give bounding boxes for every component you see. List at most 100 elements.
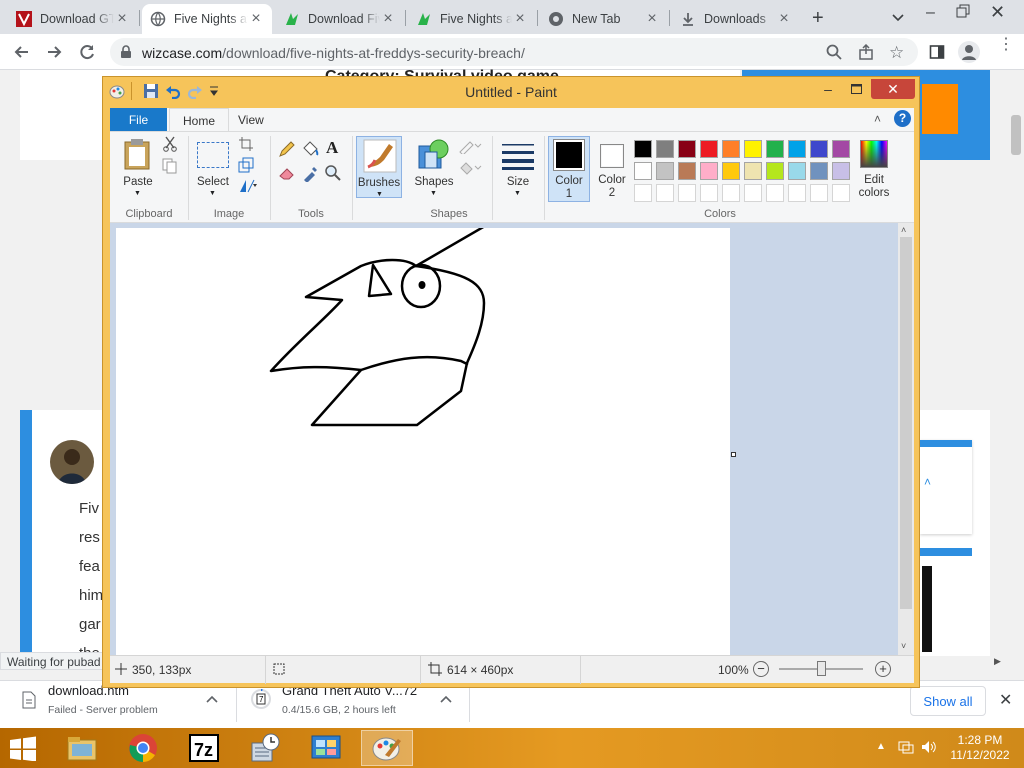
reload-icon[interactable] <box>77 42 97 62</box>
color-swatch[interactable] <box>700 140 718 158</box>
drawing-canvas[interactable] <box>116 228 730 658</box>
new-tab-button[interactable]: + <box>812 7 824 30</box>
lock-icon[interactable] <box>119 45 133 59</box>
taskbar-clock-app[interactable] <box>239 730 291 766</box>
close-tab-icon[interactable]: × <box>644 10 660 28</box>
close-downloads-bar-icon[interactable]: ✕ <box>999 690 1012 710</box>
paint-close-button[interactable]: ✕ <box>871 79 915 99</box>
color-swatch[interactable] <box>810 184 828 202</box>
share-icon[interactable] <box>858 44 874 60</box>
search-icon[interactable] <box>826 44 842 60</box>
profile-avatar-icon[interactable] <box>958 41 980 63</box>
color-swatch[interactable] <box>700 184 718 202</box>
show-hidden-icons[interactable]: ▲ <box>876 741 886 752</box>
system-clock[interactable]: 1:28 PM 11/12/2022 <box>940 733 1020 763</box>
browser-tab-6[interactable]: Downloads × <box>672 4 800 34</box>
url-text[interactable]: wizcase.com/download/five-nights-at-fred… <box>142 45 525 61</box>
color-swatch[interactable] <box>788 184 806 202</box>
color-swatch[interactable] <box>766 140 784 158</box>
taskbar-paint[interactable] <box>361 730 413 766</box>
color-swatch[interactable] <box>722 184 740 202</box>
color-swatch[interactable] <box>656 162 674 180</box>
brushes-button[interactable]: Brushes ▼ <box>356 136 402 198</box>
color-swatch[interactable] <box>678 184 696 202</box>
pencil-icon[interactable] <box>278 140 296 158</box>
browser-tab-5[interactable]: New Tab × <box>540 4 668 34</box>
restore-window-icon[interactable] <box>956 4 970 18</box>
start-button-icon[interactable] <box>8 735 38 761</box>
magnifier-icon[interactable] <box>324 164 342 182</box>
canvas-vertical-scrollbar[interactable]: ˄ ˅ <box>898 223 914 655</box>
color-swatch[interactable] <box>656 140 674 158</box>
minimize-window-icon[interactable]: – <box>926 4 935 22</box>
help-icon[interactable]: ? <box>894 110 911 127</box>
close-tab-icon[interactable]: × <box>512 10 528 28</box>
taskbar-control-panel[interactable] <box>300 730 352 766</box>
forward-arrow-icon[interactable] <box>44 42 64 62</box>
taskbar-chrome[interactable] <box>117 730 169 766</box>
paint-maximize-button[interactable] <box>843 79 869 99</box>
tab-search-icon[interactable] <box>890 9 906 25</box>
close-tab-icon[interactable]: × <box>380 10 396 28</box>
color-swatch[interactable] <box>656 184 674 202</box>
scrollbar-thumb[interactable] <box>900 237 912 609</box>
color-swatch[interactable] <box>634 184 652 202</box>
paste-button[interactable]: Paste ▼ <box>116 136 160 198</box>
browser-menu-icon[interactable]: ⋮ <box>998 37 1014 53</box>
color-swatch[interactable] <box>788 162 806 180</box>
zoom-out-button[interactable]: − <box>753 661 769 677</box>
color-picker-icon[interactable] <box>301 164 319 182</box>
scroll-up-icon[interactable]: ˄ <box>901 225 906 235</box>
file-tab[interactable]: File <box>110 108 167 132</box>
taskbar-7zip[interactable]: 7z <box>178 730 230 766</box>
color-swatch[interactable] <box>766 184 784 202</box>
color-swatch[interactable] <box>678 140 696 158</box>
color2-button[interactable]: Color 2 <box>592 136 632 202</box>
zoom-slider-thumb[interactable] <box>817 661 826 676</box>
color-swatch[interactable] <box>700 162 718 180</box>
chevron-up-icon[interactable] <box>439 692 453 706</box>
paint-minimize-button[interactable]: – <box>815 79 841 99</box>
color-swatch[interactable] <box>788 140 806 158</box>
side-panel-icon[interactable] <box>929 44 945 60</box>
view-tab[interactable]: View <box>225 108 277 132</box>
zoom-in-button[interactable]: + <box>875 661 891 677</box>
color-swatch[interactable] <box>810 140 828 158</box>
close-tab-icon[interactable]: × <box>114 10 130 28</box>
page-scrollbar[interactable] <box>1008 70 1024 652</box>
volume-icon[interactable] <box>921 740 937 754</box>
edit-colors-button[interactable]: Edit colors <box>856 136 892 202</box>
collapse-ribbon-icon[interactable]: ˄ <box>874 112 881 126</box>
color-swatch[interactable] <box>634 162 652 180</box>
rotate-icon[interactable] <box>238 178 260 194</box>
close-window-icon[interactable]: ✕ <box>990 2 1005 23</box>
browser-tab-3[interactable]: Download Five Nights × <box>276 4 404 34</box>
taskbar-file-explorer[interactable] <box>56 730 108 766</box>
close-tab-icon[interactable]: × <box>248 10 264 28</box>
close-tab-icon[interactable]: × <box>776 10 792 28</box>
browser-tab-2[interactable]: Five Nights at Freddy's × <box>142 4 272 34</box>
browser-tab-4[interactable]: Five Nights at Freddy's × <box>408 4 536 34</box>
scroll-right-icon[interactable]: ▶ <box>994 656 1001 667</box>
color-swatch[interactable] <box>722 140 740 158</box>
home-tab[interactable]: Home <box>169 108 230 132</box>
color-swatch[interactable] <box>832 140 850 158</box>
text-tool-icon[interactable]: A <box>326 138 338 158</box>
size-button[interactable]: Size ▼ <box>498 136 538 198</box>
color-swatch[interactable] <box>744 162 762 180</box>
eraser-icon[interactable] <box>278 164 296 182</box>
color-swatch[interactable] <box>832 184 850 202</box>
cut-icon[interactable] <box>162 136 178 152</box>
color1-button[interactable]: Color 1 <box>548 136 590 202</box>
fill-bucket-icon[interactable] <box>301 140 319 158</box>
canvas-resize-handle[interactable] <box>731 452 736 457</box>
bookmark-star-icon[interactable]: ☆ <box>889 43 904 63</box>
browser-tab-1[interactable]: Download GTA V × <box>8 4 138 34</box>
show-all-button[interactable]: Show all <box>910 686 986 716</box>
page-scrollbar-thumb[interactable] <box>1011 115 1021 155</box>
color-swatch[interactable] <box>810 162 828 180</box>
chevron-up-icon[interactable]: ˄ <box>924 475 931 489</box>
select-button[interactable]: Select ▼ <box>194 136 232 198</box>
outline-icon[interactable] <box>458 138 482 154</box>
fill-icon[interactable] <box>458 160 482 176</box>
